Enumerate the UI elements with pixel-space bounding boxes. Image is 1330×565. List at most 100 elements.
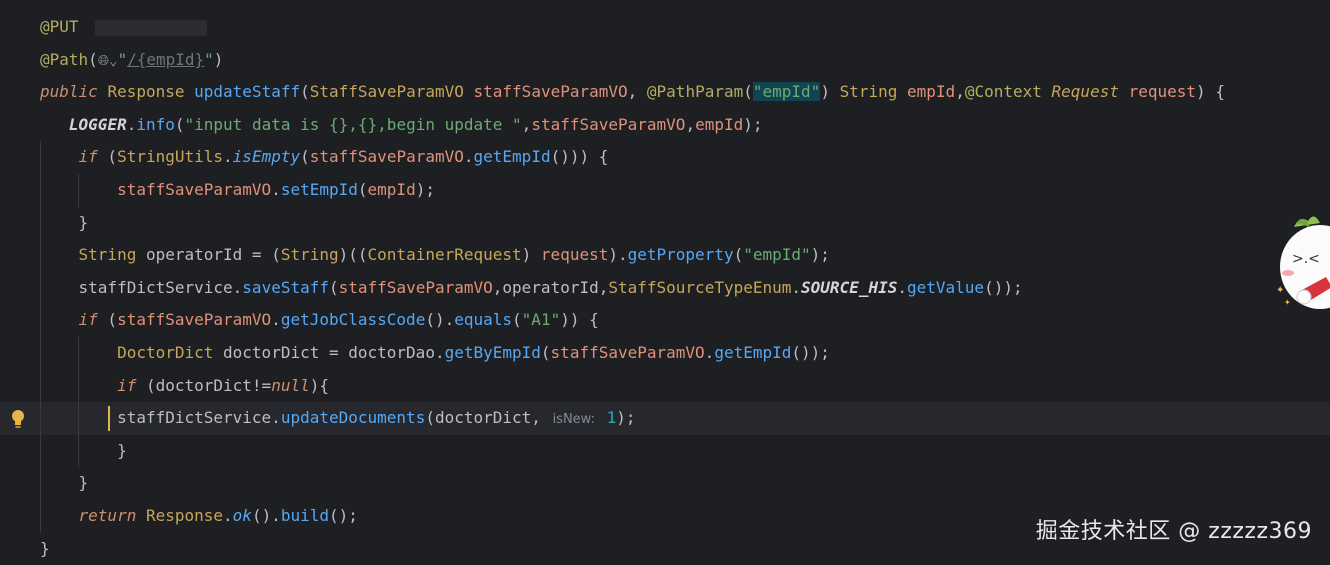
code-text: staffSaveParamVO.setEmpId(empId);	[40, 174, 435, 207]
code-token: )) {	[560, 310, 599, 330]
code-token: @PUT	[40, 17, 79, 36]
code-text: }	[40, 533, 50, 565]
code-token: StaffSourceTypeEnum	[608, 277, 792, 297]
code-token: staffSaveParamVO	[309, 147, 464, 167]
code-token: .	[704, 343, 715, 362]
watermark: 掘金技术社区 @ zzzzz369	[1035, 519, 1312, 544]
code-token: ).	[608, 245, 628, 265]
code-line[interactable]: LOGGER.info("input data is {},{},begin u…	[0, 109, 1330, 142]
code-editor[interactable]: @PUT @Path(🌐︎⌄"/{empId}") public Response …	[0, 0, 1330, 559]
code-token: null	[271, 375, 310, 395]
code-line[interactable]: staffSaveParamVO.setEmpId(empId);	[0, 174, 1330, 207]
code-token: Response	[107, 82, 185, 102]
code-text: DoctorDict doctorDict = doctorDao.getByE…	[40, 337, 830, 370]
code-token: public	[40, 82, 98, 102]
code-token: String	[78, 245, 137, 265]
code-text: public Response updateStaff(StaffSavePar…	[40, 76, 1225, 109]
code-text: if (doctorDict!=null){	[40, 370, 329, 403]
code-line[interactable]: }	[0, 206, 1330, 240]
code-token: .	[223, 506, 233, 525]
code-line[interactable]: if (doctorDict!=null){	[0, 369, 1330, 403]
code-token: }	[40, 440, 127, 460]
code-token: "	[117, 49, 128, 69]
code-line[interactable]: DoctorDict doctorDict = doctorDao.getByE…	[0, 337, 1330, 370]
code-token: ,	[685, 114, 696, 134]
code-token: staffDictService.	[40, 408, 281, 428]
code-token: getJobClassCode	[280, 310, 426, 330]
code-text: return Response.ok().build();	[40, 500, 358, 533]
code-token: ());	[984, 277, 1023, 297]
code-token: ,operatorId,	[492, 277, 609, 297]
code-token: getValue	[907, 277, 985, 297]
code-line[interactable]: staffDictService.saveStaff(staffSavePara…	[0, 271, 1330, 305]
code-token: getByEmpId	[444, 343, 541, 362]
code-token: (	[540, 343, 551, 362]
code-token: "empId"	[743, 245, 811, 265]
code-text: }	[40, 467, 89, 500]
code-text: }	[40, 207, 89, 240]
code-token: .	[791, 277, 802, 297]
code-token: (	[733, 245, 744, 265]
code-token: request	[540, 245, 609, 265]
lightbulb-icon[interactable]	[10, 409, 26, 429]
code-token: ,	[627, 82, 647, 102]
code-line[interactable]: }	[0, 434, 1330, 468]
code-token: updateStaff	[194, 82, 301, 102]
code-token: .	[223, 147, 233, 167]
code-token: empId	[907, 82, 956, 102]
code-token: equals	[454, 310, 513, 330]
code-token: (	[300, 147, 310, 167]
code-line[interactable]: if (staffSaveParamVO.getJobClassCode().e…	[0, 304, 1330, 337]
code-token: (	[357, 180, 368, 199]
globe-icon: 🌐︎⌄	[97, 52, 118, 69]
code-token: StringUtils	[117, 147, 224, 167]
code-token: if	[117, 375, 137, 395]
redacted-block	[94, 19, 207, 36]
code-token: getEmpId	[473, 147, 551, 167]
code-token: );	[810, 245, 830, 265]
code-token: );	[616, 408, 636, 428]
code-token: empId	[367, 180, 416, 199]
code-token: doctorDict = doctorDao.	[213, 343, 445, 362]
code-token: "A1"	[521, 310, 561, 330]
code-token: operatorId = (	[136, 245, 281, 265]
code-text: if (StringUtils.isEmpty(staffSaveParamVO…	[40, 141, 609, 174]
code-token: )((	[338, 245, 368, 265]
code-token: )	[521, 245, 541, 265]
code-token: .	[126, 114, 137, 134]
code-line[interactable]: String operatorId = (String)((ContainerR…	[0, 239, 1330, 272]
code-line[interactable]: public Response updateStaff(StaffSavePar…	[0, 76, 1330, 109]
code-token: /{empId}	[127, 49, 205, 69]
code-token: SOURCE_HIS	[801, 277, 898, 297]
code-token: (	[300, 82, 310, 102]
code-text: @PUT	[40, 11, 207, 44]
code-token: }	[40, 538, 50, 558]
code-token: "input data is {},{},begin update "	[184, 114, 522, 134]
code-token: Response	[145, 506, 224, 525]
current-code-line[interactable]: staffDictService.updateDocuments(doctorD…	[0, 402, 1330, 435]
code-token: ) {	[1196, 82, 1225, 102]
code-token: (	[97, 310, 118, 330]
code-token: );	[415, 180, 435, 199]
code-token: ok	[232, 506, 252, 525]
code-token: staffSaveParamVO	[117, 310, 272, 330]
code-token: .	[271, 180, 281, 199]
code-line[interactable]: }	[0, 467, 1330, 500]
code-token: )	[820, 82, 840, 102]
code-token: ,	[521, 114, 532, 134]
code-line[interactable]: @PUT	[0, 11, 1330, 44]
code-text: }	[40, 435, 127, 468]
code-token: ,	[955, 82, 965, 102]
code-line[interactable]: @Path(🌐︎⌄"/{empId}")	[0, 44, 1330, 77]
code-text: LOGGER.info("input data is {},{},begin u…	[40, 109, 763, 142]
code-line[interactable]: if (StringUtils.isEmpty(staffSaveParamVO…	[0, 141, 1330, 174]
